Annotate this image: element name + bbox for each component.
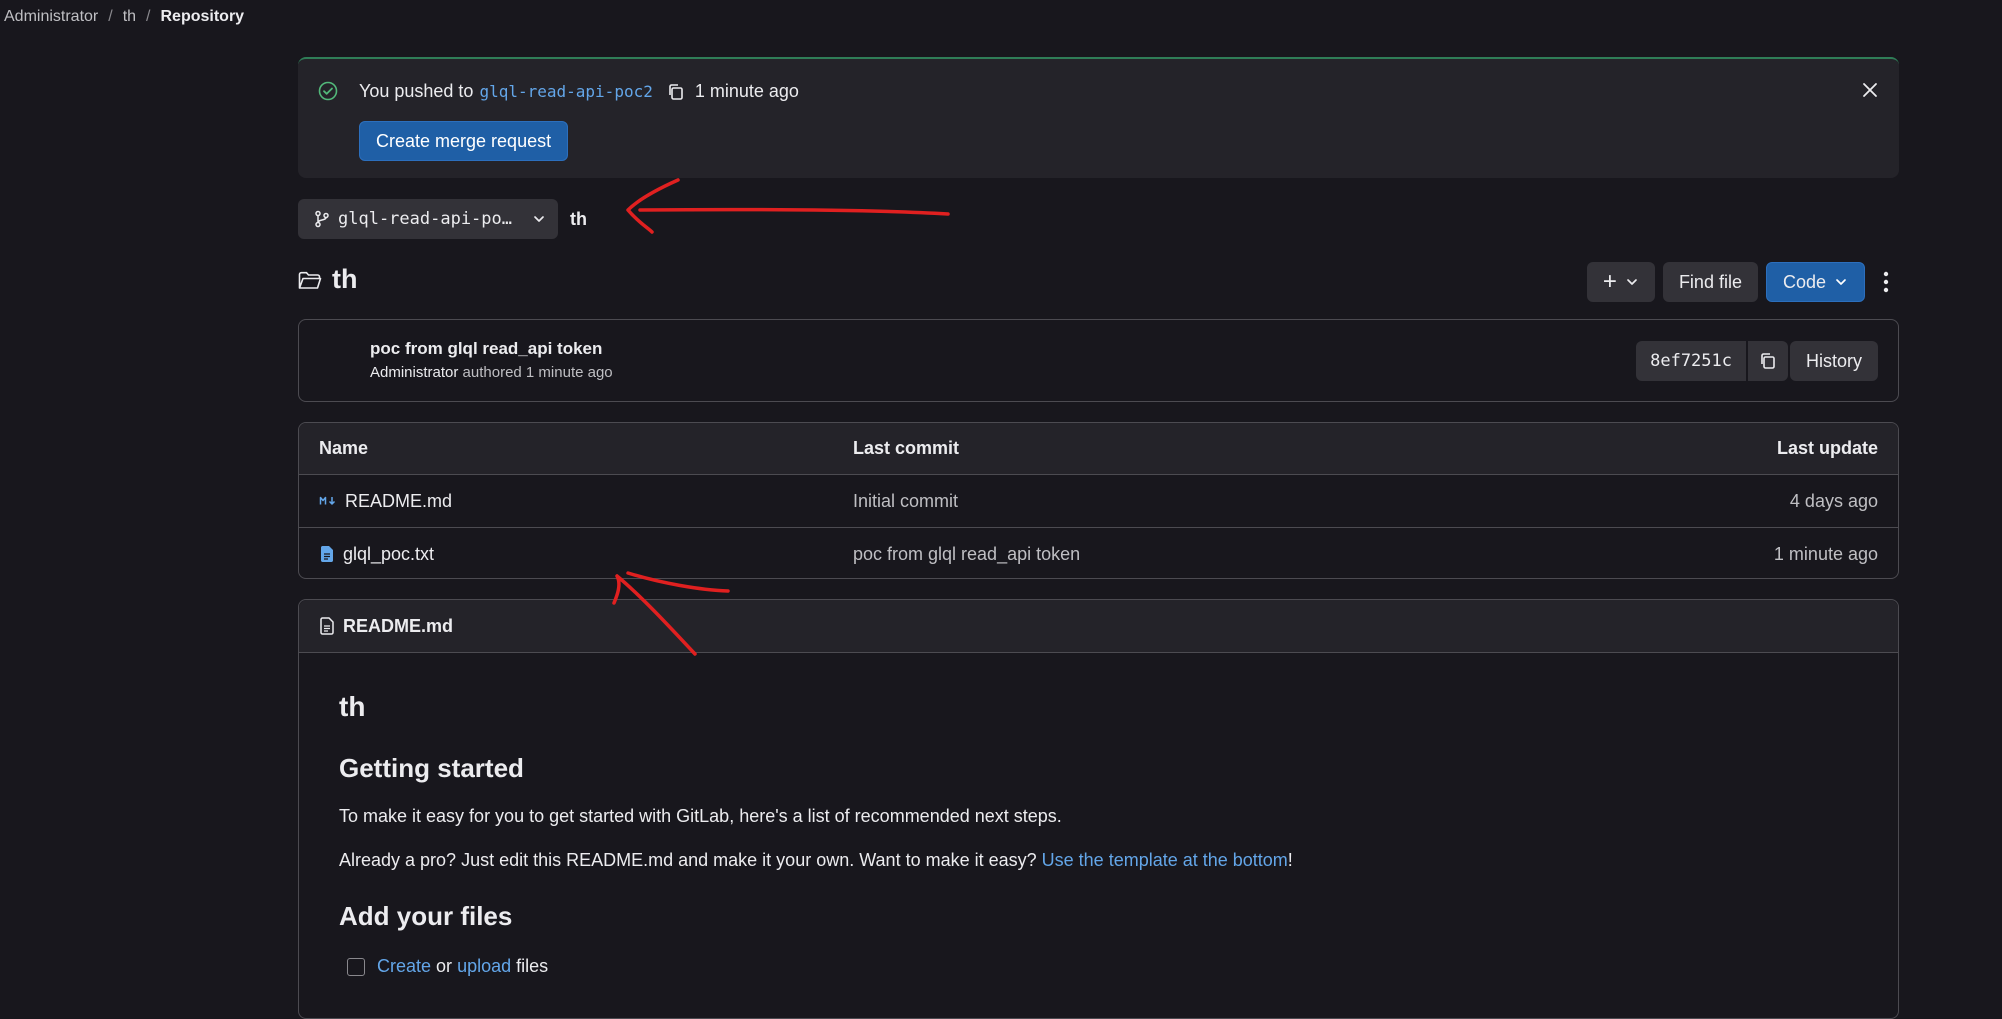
breadcrumb-separator: / xyxy=(108,8,113,25)
commit-sha-button[interactable]: 8ef7251c xyxy=(1636,341,1746,381)
commit-author-link[interactable]: Administrator xyxy=(370,364,458,381)
readme-heading-add-files: Add your files xyxy=(339,901,513,931)
breadcrumb-administrator[interactable]: Administrator xyxy=(4,8,98,26)
copy-icon xyxy=(1759,352,1777,370)
history-button[interactable]: History xyxy=(1789,341,1878,381)
branch-icon xyxy=(314,210,330,228)
readme-paragraph: Already a pro? Just edit this README.md … xyxy=(339,850,1858,871)
page-title: th xyxy=(332,264,358,294)
repository-actions: + Find file Code xyxy=(1586,262,1899,302)
commit-message-link[interactable]: poc from glql read_api token xyxy=(370,339,602,359)
check-circle-icon xyxy=(318,81,338,101)
table-row[interactable]: README.md Initial commit 4 days ago xyxy=(299,475,1898,528)
commit-sha-group: 8ef7251c xyxy=(1636,341,1788,381)
upload-link[interactable]: upload xyxy=(457,956,511,976)
ellipsis-vertical-icon xyxy=(1883,271,1889,293)
template-link[interactable]: Use the template at the bottom xyxy=(1042,850,1288,870)
file-last-commit[interactable]: Initial commit xyxy=(853,491,958,512)
close-icon[interactable] xyxy=(1861,81,1879,99)
folder-open-icon xyxy=(298,270,322,292)
readme-panel: README.md th Getting started To make it … xyxy=(298,599,1899,1019)
add-dropdown-button[interactable]: + xyxy=(1586,262,1655,302)
create-merge-request-button[interactable]: Create merge request xyxy=(359,121,569,161)
more-actions-button[interactable] xyxy=(1873,262,1899,302)
code-dropdown-button[interactable]: Code xyxy=(1765,262,1865,302)
task-checkbox[interactable] xyxy=(347,957,365,976)
alert-time: 1 minute ago xyxy=(694,81,799,101)
breadcrumb-current[interactable]: Repository xyxy=(161,8,245,26)
file-last-commit[interactable]: poc from glql read_api token xyxy=(853,544,1080,565)
column-header-last-update: Last update xyxy=(1776,438,1878,458)
readme-heading-getting-started: Getting started xyxy=(339,753,524,783)
code-label: Code xyxy=(1782,271,1826,292)
readme-text: Already a pro? Just edit this README.md … xyxy=(339,850,1037,870)
readme-paragraph: To make it easy for you to get started w… xyxy=(339,806,1062,826)
file-last-update: 4 days ago xyxy=(1789,490,1878,511)
task-list-item: Create or upload files xyxy=(347,956,1858,977)
column-header-name: Name xyxy=(319,438,369,458)
last-commit-panel: poc from glql read_api token Administrat… xyxy=(298,319,1899,402)
column-header-last-commit: Last commit xyxy=(853,438,960,458)
branch-selector[interactable]: glql-read-api-po… xyxy=(298,199,558,239)
commit-meta: Administrator authored 1 minute ago xyxy=(370,364,613,381)
file-name[interactable]: glql_poc.txt xyxy=(343,544,434,565)
copy-sha-button[interactable] xyxy=(1748,341,1788,381)
alert-branch-link[interactable]: glql-read-api-poc2 xyxy=(479,82,652,101)
chevron-down-icon xyxy=(1625,275,1639,289)
create-link[interactable]: Create xyxy=(377,956,431,976)
readme-text: files xyxy=(516,956,549,976)
branch-row: glql-read-api-po… th xyxy=(298,199,1899,239)
file-tree-table: Name Last commit Last update README.md I… xyxy=(298,422,1899,579)
text-file-icon xyxy=(319,545,335,563)
breadcrumb: Administrator / th / Repository xyxy=(4,8,244,26)
find-file-button[interactable]: Find file xyxy=(1662,262,1758,302)
readme-text: ! xyxy=(1287,850,1293,870)
readme-content: th Getting started To make it easy for y… xyxy=(299,691,1898,977)
file-name-cell[interactable]: glql_poc.txt xyxy=(319,544,434,565)
alert-prefix: You pushed to xyxy=(359,81,474,101)
file-name[interactable]: README.md xyxy=(345,491,452,512)
readme-header: README.md xyxy=(299,600,1898,653)
alert-message: You pushed to glql-read-api-poc2 1 minut… xyxy=(359,81,799,102)
breadcrumb-separator: / xyxy=(146,8,151,25)
table-header: Name Last commit Last update xyxy=(299,423,1898,475)
readme-heading-1: th xyxy=(339,691,366,722)
plus-label: + xyxy=(1602,268,1617,295)
breadcrumb-project[interactable]: th xyxy=(123,8,136,26)
file-last-update: 1 minute ago xyxy=(1773,543,1878,564)
markdown-icon xyxy=(319,494,337,508)
task-text: Create or upload files xyxy=(377,956,548,977)
push-alert: You pushed to glql-read-api-poc2 1 minut… xyxy=(298,57,1899,178)
commit-authored-label: authored xyxy=(462,364,522,381)
readme-text: or xyxy=(436,956,453,976)
file-name-cell[interactable]: README.md xyxy=(319,491,452,512)
commit-time: 1 minute ago xyxy=(525,364,613,381)
table-row[interactable]: glql_poc.txt poc from glql read_api toke… xyxy=(299,528,1898,578)
document-icon xyxy=(319,617,335,635)
copy-icon[interactable] xyxy=(667,83,685,101)
branch-selector-label: glql-read-api-po… xyxy=(338,209,512,229)
tree-title-row: th + Find file Code xyxy=(298,262,1899,302)
path-breadcrumb[interactable]: th xyxy=(570,209,587,230)
readme-filename[interactable]: README.md xyxy=(343,616,453,637)
chevron-down-icon xyxy=(532,212,546,226)
chevron-down-icon xyxy=(1834,275,1848,289)
